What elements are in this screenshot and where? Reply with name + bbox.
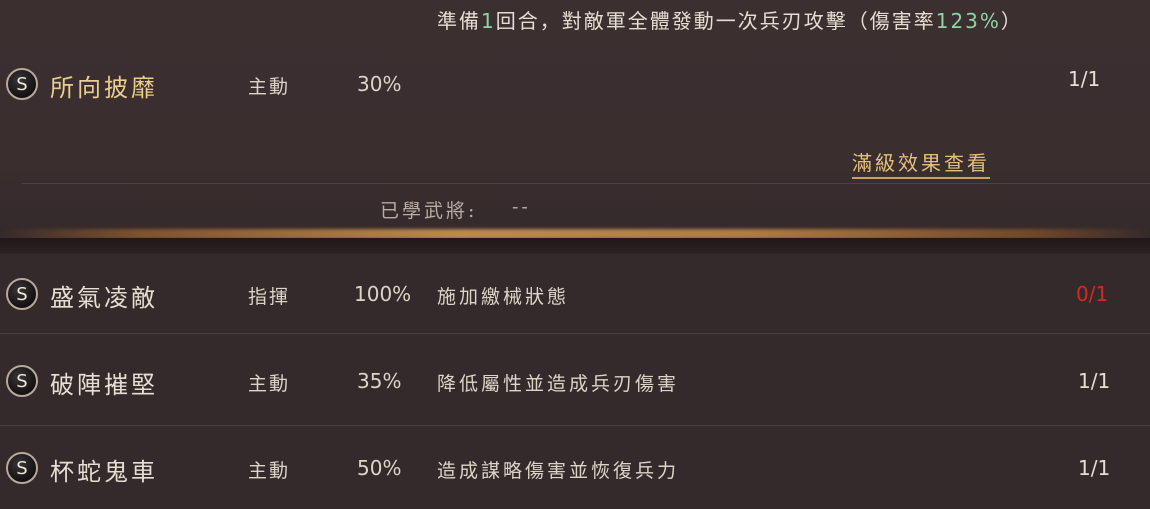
- desc-highlight-rounds: 1: [481, 9, 496, 33]
- skill-row[interactable]: S 盛氣凌敵 指揮 100% 施加繳械狀態 0/1: [0, 254, 1150, 334]
- skill-count: 1/1: [1068, 67, 1101, 91]
- learned-generals-value: --: [512, 196, 531, 218]
- skill-description: 降低屬性並造成兵刃傷害: [437, 373, 680, 395]
- desc-middle: 回合，對敵軍全體發動一次兵刃攻擊（傷害率: [495, 9, 936, 33]
- skill-name: 所向披靡: [50, 74, 158, 102]
- learned-generals-label: 已學武將:: [380, 200, 478, 222]
- skill-count: 0/1: [1076, 282, 1109, 306]
- desc-suffix: ）: [1000, 9, 1023, 33]
- desc-highlight-rate: 123%: [935, 9, 1001, 33]
- skill-full-description: 準備1回合，對敵軍全體發動一次兵刃攻擊（傷害率123%）: [437, 3, 1037, 39]
- skill-rate: 30%: [357, 72, 402, 96]
- section-divider: [0, 238, 1150, 254]
- skill-rate: 100%: [354, 282, 412, 306]
- skill-type: 指揮: [248, 286, 291, 308]
- skill-type: 主動: [248, 373, 291, 395]
- skill-grade-badge: S: [6, 365, 38, 397]
- skill-type: 主動: [248, 76, 291, 98]
- skill-grade-badge: S: [6, 68, 38, 100]
- skill-description: 施加繳械狀態: [437, 286, 570, 308]
- skill-grade-badge: S: [6, 278, 38, 310]
- skill-name: 盛氣凌敵: [50, 284, 158, 312]
- desc-prefix: 準備: [437, 9, 481, 33]
- skill-count: 1/1: [1078, 456, 1111, 480]
- skill-name: 杯蛇鬼車: [50, 458, 158, 486]
- skill-type: 主動: [248, 460, 291, 482]
- skill-rate: 35%: [357, 369, 402, 393]
- skill-description: 造成謀略傷害並恢復兵力: [437, 460, 680, 482]
- skill-count: 1/1: [1078, 369, 1111, 393]
- skill-list-panel: S 所向披靡 主動 30% 準備1回合，對敵軍全體發動一次兵刃攻擊（傷害率123…: [0, 0, 1150, 509]
- expanded-separator: [22, 183, 1150, 184]
- row-background: [0, 254, 1150, 334]
- skill-rate: 50%: [357, 456, 402, 480]
- skill-name: 破陣摧堅: [50, 371, 158, 399]
- expanded-skill-row[interactable]: S 所向披靡 主動 30% 準備1回合，對敵軍全體發動一次兵刃攻擊（傷害率123…: [0, 0, 1150, 232]
- skill-row[interactable]: S 杯蛇鬼車 主動 50% 造成謀略傷害並恢復兵力 1/1: [0, 426, 1150, 509]
- skill-grade-badge: S: [6, 452, 38, 484]
- skill-row[interactable]: S 破陣摧堅 主動 35% 降低屬性並造成兵刃傷害 1/1: [0, 334, 1150, 426]
- full-level-effect-link[interactable]: 滿級效果查看: [852, 147, 990, 179]
